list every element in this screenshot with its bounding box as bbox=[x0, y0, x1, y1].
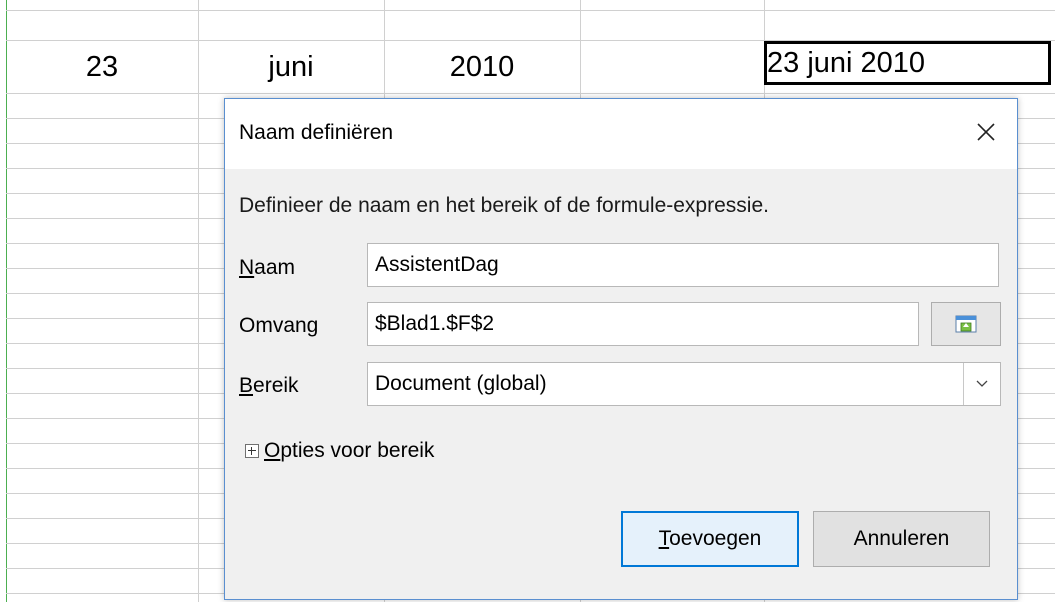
options-label-accel: O bbox=[264, 439, 281, 462]
dialog-description: Definieer de naam en het bereik of de fo… bbox=[239, 194, 769, 217]
name-label: Naam bbox=[239, 256, 295, 280]
grid-line bbox=[6, 93, 1055, 94]
expand-plus-icon bbox=[245, 444, 259, 458]
range-input[interactable]: $Blad1.$F$2 bbox=[367, 302, 919, 346]
shrink-button[interactable] bbox=[931, 302, 1001, 346]
scope-label: Bereik bbox=[239, 374, 299, 398]
add-button-label-rest: oevoegen bbox=[669, 527, 762, 550]
dropdown-button[interactable] bbox=[963, 363, 1000, 405]
add-button-accel: T bbox=[658, 527, 670, 550]
selected-cell[interactable]: 23 juni 2010 bbox=[764, 41, 1051, 85]
define-name-dialog: Naam definiëren Definieer de naam en het… bbox=[224, 98, 1018, 600]
dialog-title: Naam definiëren bbox=[239, 121, 394, 144]
name-label-accel: N bbox=[239, 256, 255, 279]
grid-line bbox=[6, 10, 1055, 11]
options-expander[interactable]: Opties voor bereik bbox=[245, 439, 434, 463]
shrink-icon bbox=[955, 315, 977, 333]
chevron-down-icon bbox=[976, 380, 988, 387]
add-button[interactable]: Toevoegen bbox=[621, 511, 799, 567]
add-button-label: Toevoegen bbox=[659, 527, 762, 551]
close-button[interactable] bbox=[969, 115, 1003, 149]
cell-month[interactable]: juni bbox=[198, 41, 384, 93]
name-input[interactable]: AssistentDag bbox=[367, 243, 999, 287]
scope-select[interactable]: Document (global) bbox=[367, 362, 1001, 406]
cancel-button[interactable]: Annuleren bbox=[813, 511, 990, 567]
cell-day[interactable]: 23 bbox=[6, 41, 198, 93]
options-label-rest: pties voor bereik bbox=[280, 439, 435, 462]
close-icon bbox=[977, 123, 995, 141]
scope-selected-value: Document (global) bbox=[375, 372, 547, 395]
range-label: Omvang bbox=[239, 314, 319, 337]
cell-year[interactable]: 2010 bbox=[384, 41, 580, 93]
options-label: Opties voor bereik bbox=[264, 439, 434, 463]
dialog-titlebar: Naam definiëren bbox=[225, 99, 1017, 169]
name-label-rest: aam bbox=[254, 256, 296, 279]
scope-label-rest: ereik bbox=[253, 374, 299, 397]
scope-label-accel: B bbox=[239, 374, 254, 397]
